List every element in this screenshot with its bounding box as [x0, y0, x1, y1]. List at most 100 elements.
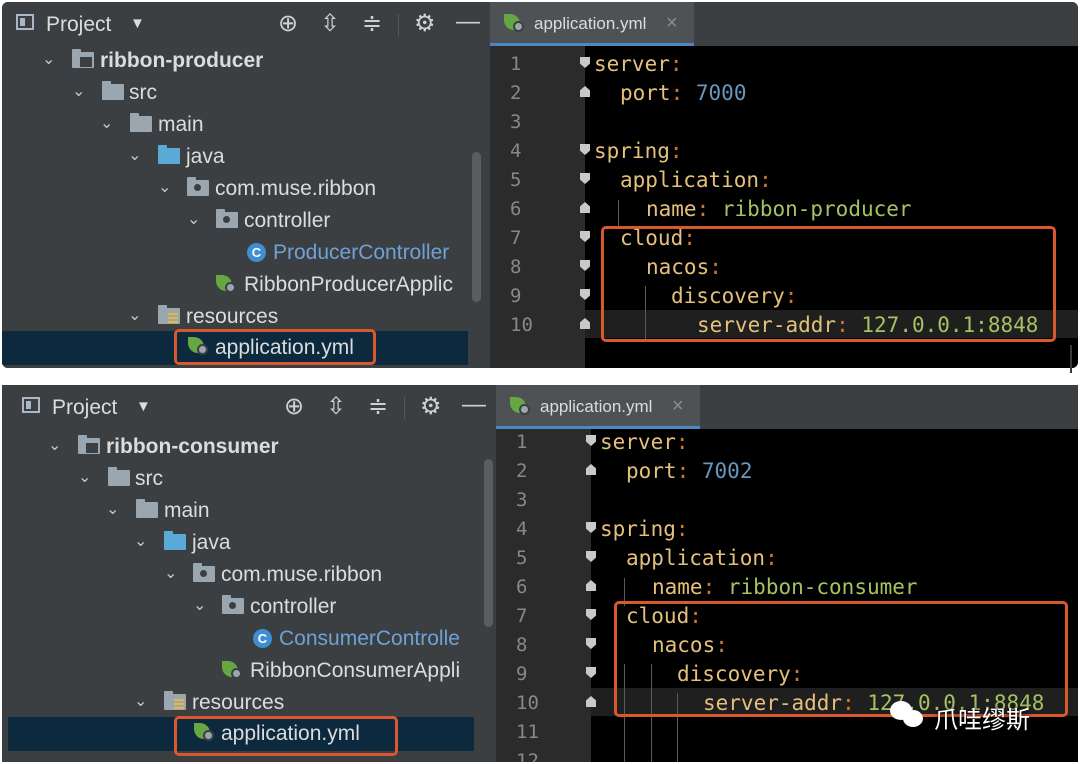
project-title[interactable]: Project	[52, 396, 117, 420]
chevron-down-icon[interactable]: ⌄	[42, 49, 58, 68]
expand-all-icon[interactable]: ⇳	[320, 10, 340, 38]
fold-icon[interactable]	[586, 609, 596, 623]
fold-icon[interactable]	[580, 260, 590, 274]
tree-item-main[interactable]: ⌄ main	[2, 109, 468, 141]
fold-icon[interactable]	[586, 667, 596, 681]
fold-end-icon[interactable]	[586, 464, 596, 478]
tree-item-package[interactable]: ⌄ com.muse.ribbon	[2, 173, 468, 205]
fold-end-icon[interactable]	[586, 580, 596, 594]
code-editor[interactable]: 1 2 3 4 5 6 7 8 9 10 server: port: 7000 …	[490, 46, 1078, 368]
spring-boot-app-icon	[222, 661, 244, 680]
tree-item-application-class[interactable]: RibbonProducerApplic	[2, 269, 468, 301]
tree-item-application-class[interactable]: RibbonConsumerAppli	[8, 655, 474, 687]
yaml-key: port	[626, 459, 677, 483]
hide-panel-icon[interactable]: —	[462, 391, 486, 419]
fold-icon[interactable]	[580, 289, 590, 303]
collapse-all-icon[interactable]: ≑	[368, 393, 388, 421]
chevron-down-icon[interactable]: ▼	[136, 398, 151, 415]
line-number: 4	[510, 140, 522, 162]
fold-icon[interactable]	[580, 173, 590, 187]
line-number: 3	[510, 111, 522, 133]
chevron-down-icon[interactable]: ⌄	[158, 177, 174, 196]
expand-all-icon[interactable]: ⇳	[326, 393, 346, 421]
fold-icon[interactable]	[580, 57, 590, 71]
project-header: Project ▼ ⊕ ⇳ ≑ ⚙ —	[8, 385, 494, 429]
tree-item-controller-class[interactable]: C ConsumerControlle	[8, 623, 474, 655]
tree-item-controller-package[interactable]: ⌄ controller	[2, 205, 468, 237]
chevron-down-icon[interactable]: ⌄	[78, 467, 94, 486]
fold-icon[interactable]	[586, 435, 596, 449]
fold-icon[interactable]	[580, 144, 590, 158]
wechat-icon	[890, 699, 924, 729]
chevron-down-icon[interactable]: ⌄	[193, 595, 209, 614]
yaml-colon: :	[675, 517, 689, 541]
tree-item-module[interactable]: ⌄ ribbon-consumer	[8, 431, 474, 463]
close-icon[interactable]: ×	[666, 12, 678, 35]
fold-icon[interactable]	[586, 522, 596, 536]
chevron-down-icon[interactable]: ⌄	[128, 145, 144, 164]
line-number-gutter: 1 2 3 4 5 6 7 8 9 10	[490, 46, 585, 368]
line-number: 10	[510, 314, 533, 336]
chevron-down-icon[interactable]: ⌄	[72, 81, 88, 100]
editor-tab-bar: application.yml ×	[490, 2, 1078, 46]
fold-end-icon[interactable]	[580, 202, 590, 216]
tree-item-controller-class[interactable]: C ProducerController	[2, 237, 468, 269]
chevron-down-icon[interactable]: ⌄	[128, 305, 144, 324]
close-icon[interactable]: ×	[672, 395, 684, 418]
hide-panel-icon[interactable]: —	[456, 8, 480, 36]
yaml-colon: :	[669, 139, 683, 163]
fold-end-icon[interactable]	[580, 318, 590, 332]
tree-item-java[interactable]: ⌄ java	[8, 527, 474, 559]
chevron-down-icon[interactable]: ⌄	[134, 531, 150, 550]
tree-item-label: resources	[186, 305, 279, 328]
chevron-down-icon[interactable]: ▼	[130, 15, 145, 32]
tree-item-main[interactable]: ⌄ main	[8, 495, 474, 527]
line-number: 10	[516, 692, 539, 714]
gear-icon[interactable]: ⚙	[414, 10, 436, 38]
chevron-down-icon[interactable]: ⌄	[187, 209, 203, 228]
chevron-down-icon[interactable]: ⌄	[164, 563, 180, 582]
chevron-down-icon[interactable]: ⌄	[48, 435, 64, 454]
tree-item-label: ProducerController	[273, 241, 450, 264]
collapse-all-icon[interactable]: ≑	[362, 10, 382, 38]
gear-icon[interactable]: ⚙	[420, 393, 442, 421]
package-icon	[216, 209, 238, 228]
yaml-key: spring	[600, 517, 676, 541]
fold-icon[interactable]	[586, 638, 596, 652]
tab-application-yml[interactable]: application.yml ×	[496, 385, 700, 429]
locate-file-icon[interactable]: ⊕	[278, 10, 298, 38]
source-folder-icon	[164, 531, 186, 550]
fold-icon[interactable]	[580, 231, 590, 245]
yaml-colon: :	[702, 575, 716, 599]
tab-application-yml[interactable]: application.yml ×	[490, 2, 694, 46]
tree-item-src[interactable]: ⌄ src	[8, 463, 474, 495]
yaml-colon: :	[696, 197, 710, 221]
run-gutter-icon[interactable]: ▶	[582, 761, 593, 762]
fold-end-icon[interactable]	[586, 696, 596, 710]
tree-item-src[interactable]: ⌄ src	[2, 77, 468, 109]
locate-file-icon[interactable]: ⊕	[284, 393, 304, 421]
yaml-value: ribbon-producer	[721, 197, 912, 221]
line-number: 5	[516, 547, 528, 569]
project-title[interactable]: Project	[46, 13, 111, 37]
line-number: 8	[516, 634, 528, 656]
fold-icon[interactable]	[586, 551, 596, 565]
chevron-down-icon[interactable]: ⌄	[100, 113, 116, 132]
folder-icon	[102, 81, 124, 100]
tree-item-label: ribbon-consumer	[106, 435, 279, 458]
fold-end-icon[interactable]	[580, 86, 590, 100]
scrollbar[interactable]	[472, 152, 481, 302]
chevron-down-icon[interactable]: ⌄	[106, 499, 122, 518]
yaml-key: server	[594, 52, 670, 76]
tree-item-label: src	[135, 467, 163, 490]
tree-item-module[interactable]: ⌄ ribbon-producer	[2, 45, 468, 77]
tree-item-controller-package[interactable]: ⌄ controller	[8, 591, 474, 623]
scrollbar[interactable]	[484, 459, 493, 627]
tree-item-package[interactable]: ⌄ com.muse.ribbon	[8, 559, 474, 591]
yaml-key: port	[620, 81, 671, 105]
spring-boot-app-icon	[216, 275, 238, 294]
tree-item-resources[interactable]: ⌄ resources	[8, 687, 474, 719]
chevron-down-icon[interactable]: ⌄	[134, 691, 150, 710]
tree-item-java[interactable]: ⌄ java	[2, 141, 468, 173]
code-line-1: server:	[594, 52, 683, 76]
